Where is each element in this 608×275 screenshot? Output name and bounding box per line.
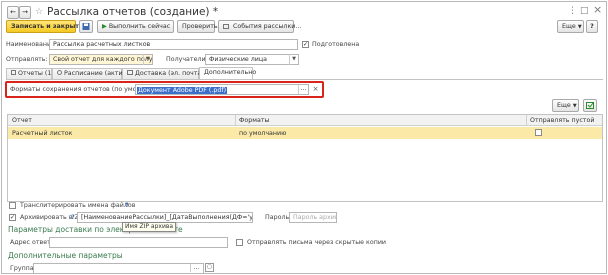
column-header-formats[interactable]: Форматы [239,117,270,124]
save-disk-icon [82,23,90,30]
mail-icon [127,70,133,75]
name-input[interactable]: Рассылка расчетных листков [49,39,298,50]
table-more-button[interactable]: Еще ▼ [552,99,579,112]
report-mailing-window: ← → ☆ Рассылка отчетов (создание) * ⋮ □ … [1,1,607,274]
group-open-icon[interactable]: ▢ [205,263,214,272]
chevron-down-icon: ▼ [572,103,577,109]
group-select-button[interactable]: ... [190,264,202,272]
tab-delivery[interactable]: Доставка (эл. почта) [122,68,204,79]
clock-icon [57,70,62,75]
forward-button[interactable]: → [19,6,31,19]
tab-schedule[interactable]: Расписание (активно) [52,68,137,79]
row-report-cell: Расчетный листок [12,130,73,137]
sender-label: Отправлять: [6,56,48,63]
table-header [8,115,602,126]
tab-reports-label: Отчеты (1) [18,70,54,77]
reply-address-input[interactable] [49,237,228,248]
recipients-dropdown-icon[interactable]: ▼ [289,54,298,65]
save-and-close-button[interactable]: Записать и закрыть [6,20,83,33]
recipients-label: Получатели: [166,56,208,63]
password-label: Пароль: [265,214,292,221]
column-header-report[interactable]: Отчет [12,117,32,124]
favorite-star-icon[interactable]: ☆ [35,6,43,18]
hidden-copies-label: Отправлять письма через скрытые копии [247,239,387,246]
column-divider [235,115,236,126]
events-icon [223,24,229,29]
transliterate-checkbox[interactable] [9,202,16,209]
prepared-label: Подготовлена [312,41,360,48]
save-disk-button[interactable] [79,20,93,33]
more-menu-label: Еще [562,23,576,30]
column-header-send-empty[interactable]: Отправлять пустой [530,117,594,124]
report-settings-icon [586,102,594,109]
tab-reports[interactable]: Отчеты (1) [6,68,54,79]
back-button[interactable]: ← [7,6,19,19]
report-settings-button[interactable] [583,99,597,112]
restore-icon[interactable]: □ [580,5,589,17]
tab-additional[interactable]: Дополнительно [199,67,256,79]
check-button[interactable]: Проверить [177,20,218,33]
close-icon[interactable]: × [593,4,602,16]
tab-delivery-label: Доставка (эл. почта) [135,70,204,77]
additional-params-header: Дополнительные параметры [8,251,123,260]
recipients-select[interactable]: Физические лица [205,54,299,65]
window-title: Рассылка отчетов (создание) * [47,6,219,18]
formats-select-button[interactable]: ... [298,85,308,94]
row-send-empty-checkbox[interactable] [535,129,542,136]
reports-tab-icon [11,70,16,75]
transliterate-label: Транслитерировать имена файлов [20,202,136,209]
prepared-checkbox[interactable]: ✓ [302,41,309,48]
group-input[interactable] [33,263,204,274]
formats-input[interactable]: Документ Adobe PDF (.pdf) [135,84,309,95]
column-divider [526,115,527,126]
run-now-button[interactable]: ▶ Выполнить сейчас [97,20,174,33]
help-icon[interactable]: ? [71,213,75,221]
hidden-copies-checkbox[interactable] [236,239,243,246]
chevron-down-icon: ▼ [577,24,582,30]
run-now-label: Выполнить сейчас [108,23,171,30]
reports-table: Отчет Форматы Отправлять пустой Расчетны… [7,114,603,202]
row-formats-cell: по умолчанию [239,130,287,137]
zip-name-tooltip: Имя ZIP архива [122,222,177,232]
archive-password-input[interactable]: Пароль архива [289,212,337,223]
help-button[interactable]: ? [586,20,598,33]
group-label: Группа: [10,265,36,272]
tab-panel-border [6,79,603,80]
help-icon[interactable]: ? [125,201,129,209]
formats-value: Документ Adobe PDF (.pdf) [137,87,228,94]
sender-dropdown-icon[interactable]: ▼ [143,54,152,65]
sender-select[interactable]: Свой отчет для каждого получателя [49,54,153,65]
table-more-label: Еще [557,102,571,109]
formats-clear-icon[interactable]: × [311,84,320,94]
mailing-events-label: События рассылки... [233,23,302,30]
more-actions-icon[interactable]: ⋮ [568,5,577,17]
table-row[interactable]: Расчетный листок по умолчанию [8,127,602,139]
play-icon: ▶ [102,23,107,30]
mailing-events-button[interactable]: События рассылки... [218,20,301,33]
archive-zip-checkbox[interactable]: ✓ [9,214,16,221]
more-menu-button[interactable]: Еще ▼ [557,20,584,33]
